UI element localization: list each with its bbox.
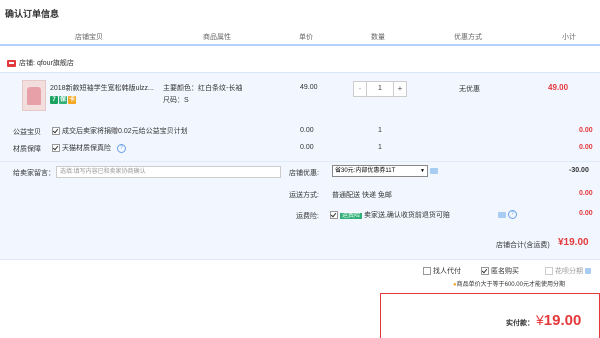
- material-qty: 1: [378, 144, 382, 151]
- qty-plus-button[interactable]: +: [393, 82, 406, 96]
- installment-option: 花呗分期: [545, 266, 591, 276]
- installment-checkbox[interactable]: [545, 267, 553, 276]
- material-option: 天猫材质保真险 ?: [52, 143, 126, 153]
- header-qty: 数量: [371, 34, 385, 41]
- charity-checkbox[interactable]: [52, 127, 60, 136]
- payment-amount: ¥19.00: [536, 312, 581, 329]
- material-checkbox[interactable]: [52, 144, 60, 153]
- seven-day-return-icon[interactable]: 7: [50, 96, 58, 104]
- installment-note-text: 商品单价大于等于600.00元才能使用分期: [456, 282, 565, 288]
- freight-insurance-tag: 运费险: [340, 213, 363, 219]
- proxy-pay-label: 找人代付: [433, 268, 461, 275]
- header-price: 单价: [299, 34, 313, 41]
- freight-insurance-text: 卖家送,确认收货前退货可赔: [363, 212, 450, 219]
- material-text: 天猫材质保真险: [62, 145, 111, 152]
- message-input[interactable]: 选填:填写内容已和卖家协商确认: [56, 166, 281, 178]
- product-price: 49.00: [300, 84, 318, 91]
- freight-help-icon[interactable]: ?: [508, 210, 517, 219]
- charity-price: 0.00: [300, 127, 314, 134]
- store-icon: [7, 59, 16, 67]
- product-size: 尺码：S: [163, 97, 189, 104]
- anonymous-option: 匿名购买: [481, 266, 519, 276]
- service-badges: 7保卡: [50, 96, 77, 104]
- product-thumbnail[interactable]: [22, 80, 46, 111]
- store-prefix: 店铺:: [19, 60, 35, 67]
- shipping-method: 普通配送 快递 免邮: [332, 192, 392, 199]
- installment-note: ●商品单价大于等于600.00元才能使用分期: [453, 279, 565, 288]
- coupon-select[interactable]: 省30元:内部优惠券11T: [332, 165, 428, 177]
- quantity-stepper: - 1 +: [353, 81, 407, 97]
- charity-label: 公益宝贝: [13, 129, 41, 136]
- product-row: [0, 72, 600, 121]
- table-header: 店铺宝贝 商品属性 单价 数量 优惠方式 小计: [0, 28, 600, 46]
- qty-input[interactable]: 1: [367, 82, 393, 96]
- help-icon[interactable]: ?: [116, 143, 126, 153]
- shipping-label: 运送方式:: [289, 192, 319, 199]
- freight-insurance-checkbox[interactable]: [330, 211, 338, 220]
- store-total-amount: ¥19.00: [558, 237, 589, 248]
- store-total-label: 店铺合计(含运费): [496, 242, 550, 249]
- page-title: 确认订单信息: [5, 9, 60, 19]
- anonymous-label: 匿名购买: [491, 268, 519, 275]
- shipping-amount: 0.00: [579, 190, 593, 197]
- coupon-info-icon[interactable]: [430, 168, 438, 174]
- installment-label: 花呗分期: [555, 268, 583, 275]
- header-subtotal: 小计: [562, 34, 576, 41]
- product-discount: 无优惠: [459, 86, 480, 93]
- proxy-pay-checkbox[interactable]: [423, 267, 431, 276]
- header-discount: 优惠方式: [454, 34, 482, 41]
- payment-value: 19.00: [543, 312, 582, 329]
- proxy-pay-option: 找人代付: [423, 266, 461, 276]
- payment-currency: ¥: [536, 312, 544, 328]
- message-label: 给卖家留言：: [13, 170, 55, 177]
- store-row: 店铺: qfour旗舰店: [7, 58, 74, 68]
- freight-insurance-amount: 0.00: [579, 210, 593, 217]
- freight-insurance-option: 运费险 卖家送,确认收货前退货可赔: [330, 210, 450, 220]
- credit-card-icon[interactable]: 卡: [68, 96, 76, 104]
- charity-subtotal: 0.00: [579, 127, 593, 134]
- freight-info-icon[interactable]: [498, 212, 506, 218]
- guarantee-icon[interactable]: 保: [59, 96, 67, 104]
- product-name-link[interactable]: 2018新款短袖学生宽松韩版ulzz...: [50, 83, 158, 93]
- header-props: 商品属性: [203, 34, 231, 41]
- payment-label: 实付款：: [506, 320, 534, 327]
- charity-qty: 1: [378, 127, 382, 134]
- material-subtotal: 0.00: [579, 144, 593, 151]
- coupon-amount: -30.00: [569, 167, 589, 174]
- product-subtotal: 49.00: [548, 83, 569, 92]
- charity-text: 成交后卖家将捐赠0.02元给公益宝贝计划: [62, 128, 188, 135]
- charity-option: 成交后卖家将捐赠0.02元给公益宝贝计划: [52, 126, 188, 136]
- store-name-link[interactable]: qfour旗舰店: [37, 60, 74, 67]
- material-label: 材质保障: [13, 146, 41, 153]
- installment-info-icon[interactable]: [584, 268, 591, 275]
- anonymous-checkbox[interactable]: [481, 267, 489, 276]
- qty-minus-button[interactable]: -: [354, 82, 367, 96]
- product-color: 主要颜色：红白条纹-长袖: [163, 85, 243, 92]
- freight-insurance-label: 运费险:: [296, 213, 319, 220]
- material-price: 0.00: [300, 144, 314, 151]
- coupon-label: 店铺优惠:: [289, 170, 319, 177]
- header-item: 店铺宝贝: [75, 34, 103, 41]
